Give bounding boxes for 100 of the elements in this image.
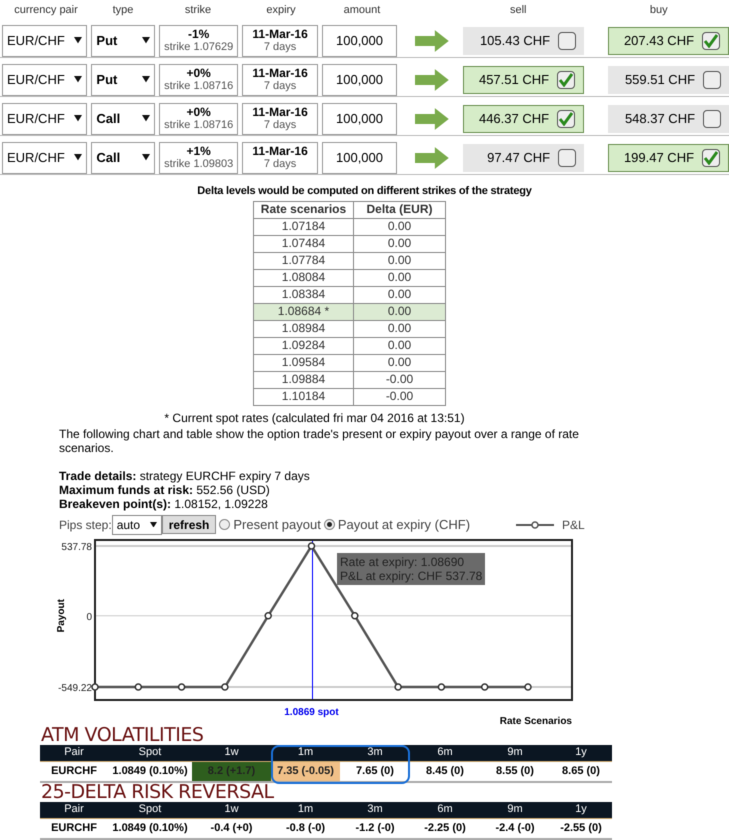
column-header: strike — [184, 2, 212, 18]
type-select[interactable]: Call — [91, 142, 155, 174]
table-cell: 1.08384 — [254, 286, 354, 303]
price-option[interactable]: 199.47 CHF — [608, 144, 729, 172]
table-header: Rate scenarios — [254, 201, 354, 218]
spot-label: 1.0869 spot — [284, 706, 339, 718]
caret-icon — [74, 115, 82, 122]
checkbox[interactable] — [702, 32, 720, 50]
table-cell-text: -1.2 (-0) — [354, 821, 396, 836]
type-select[interactable]: Put — [91, 24, 155, 56]
radio-button[interactable] — [324, 519, 335, 530]
caret-icon — [74, 37, 82, 44]
price-option[interactable]: 559.51 CHF — [608, 66, 729, 94]
amount-field[interactable]: 100,000 — [322, 142, 398, 174]
section-title: ATM VOLATILITIES — [41, 726, 204, 744]
data-point — [91, 682, 99, 690]
column-header: 6m — [436, 745, 454, 760]
checkbox[interactable] — [558, 32, 576, 50]
delta-title: Delta levels would be computed on different strikes of the strategy — [197, 184, 532, 199]
checkbox[interactable] — [557, 70, 576, 88]
currency-select[interactable]: EUR/CHF — [2, 64, 88, 96]
price: 207.43 CHF — [624, 32, 694, 50]
price: 199.47 CHF — [624, 148, 694, 167]
checkbox[interactable] — [557, 110, 576, 128]
y-tick-label: 537.78 — [61, 542, 92, 552]
price-option[interactable]: 207.43 CHF — [608, 26, 729, 54]
price-option[interactable]: 548.37 CHF — [608, 104, 729, 132]
checkbox[interactable] — [702, 148, 720, 166]
column-header: type — [112, 2, 134, 18]
table-cell-text: -2.4 (-0) — [494, 821, 536, 836]
price: 559.51 CHF — [624, 70, 696, 89]
table-cell: 0.00 — [354, 252, 446, 269]
data-point — [438, 682, 446, 690]
data-point — [351, 612, 359, 619]
arrow-icon — [415, 68, 449, 90]
price-option[interactable]: 457.51 CHF — [462, 66, 584, 94]
checkbox[interactable] — [703, 110, 722, 128]
caret-icon — [142, 76, 150, 83]
expiry-field[interactable]: 11-Mar-16 7 days — [242, 64, 318, 96]
table-cell: 1.09584 — [254, 354, 354, 371]
data-point — [480, 682, 488, 690]
legend-label: P&L — [562, 516, 585, 534]
refresh-button[interactable]: refresh — [162, 515, 216, 534]
table-cell: 1.08984 — [254, 320, 354, 337]
checkmark-icon — [703, 34, 720, 48]
expiry-field[interactable]: 11-Mar-16 7 days — [242, 24, 318, 56]
strike-field[interactable]: +1% strike 1.09803 — [158, 142, 238, 174]
column-header: sell — [508, 2, 528, 18]
table-cell: 1.07784 — [254, 252, 354, 269]
arrow-icon — [415, 146, 449, 168]
amount-field[interactable]: 100,000 — [322, 102, 398, 134]
data-point — [264, 612, 272, 619]
table-cell: 1.09884 — [254, 371, 354, 388]
checkbox[interactable] — [558, 148, 576, 166]
price-option[interactable]: 97.47 CHF — [462, 144, 584, 172]
price-option[interactable]: 446.37 CHF — [462, 104, 584, 132]
amount-field[interactable]: 100,000 — [322, 64, 398, 96]
pips-select[interactable]: auto — [112, 514, 162, 534]
column-header: amount — [342, 2, 382, 18]
type-select[interactable]: Call — [91, 102, 155, 134]
data-point — [178, 682, 186, 690]
x-axis-title: Rate Scenarios — [500, 716, 572, 724]
price-option[interactable]: 105.43 CHF — [462, 26, 584, 54]
table-cell: 0.00 — [354, 218, 446, 235]
table-cell: 0.00 — [354, 286, 446, 303]
table-cell-text: EURCHF — [50, 764, 98, 779]
expiry-field[interactable]: 11-Mar-16 7 days — [242, 102, 318, 134]
table-cell: 1.09284 — [254, 337, 354, 354]
caret-icon — [142, 37, 150, 44]
column-header: 1y — [574, 802, 588, 818]
legend-line-icon — [516, 520, 554, 528]
column-header: expiry — [265, 2, 297, 18]
trade-detail: Trade details: strategy EURCHF expiry 7 days — [59, 468, 311, 482]
table-cell-text: -0.8 (-0) — [284, 821, 326, 836]
tooltip-text: P&L at expiry: CHF 537.78 — [340, 568, 482, 582]
expiry-field[interactable]: 11-Mar-16 7 days — [242, 142, 318, 174]
checkbox[interactable] — [703, 70, 722, 88]
column-header: Spot — [138, 802, 162, 818]
table-cell: 0.00 — [354, 269, 446, 286]
column-header: 3m — [366, 802, 384, 818]
table-cell: 0.00 — [354, 235, 446, 252]
caret-icon — [150, 522, 157, 528]
strike-field[interactable]: +0% strike 1.08716 — [158, 64, 238, 96]
tooltip-text: Rate at expiry: 1.08690 — [340, 554, 466, 568]
table-cell-text: 1.0849 (0.10%) — [111, 821, 189, 836]
strike-field[interactable]: -1% strike 1.07629 — [158, 24, 238, 56]
column-header: 1m — [296, 802, 314, 818]
type-select[interactable]: Put — [91, 64, 155, 96]
price: 457.51 CHF — [478, 70, 550, 89]
checkmark-icon — [703, 150, 720, 164]
amount-field[interactable]: 100,000 — [322, 24, 398, 56]
table-cell: -0.00 — [354, 388, 446, 405]
table-cell: 0.00 — [354, 337, 446, 354]
currency-select[interactable]: EUR/CHF — [2, 102, 88, 134]
table-cell: 1.08684 * — [254, 303, 354, 320]
currency-select[interactable]: EUR/CHF — [2, 24, 88, 56]
radio-button[interactable] — [219, 519, 230, 530]
currency-select[interactable]: EUR/CHF — [2, 142, 88, 174]
strike-field[interactable]: +0% strike 1.08716 — [158, 102, 238, 134]
table-cell-text: 8.45 (0) — [425, 764, 465, 779]
